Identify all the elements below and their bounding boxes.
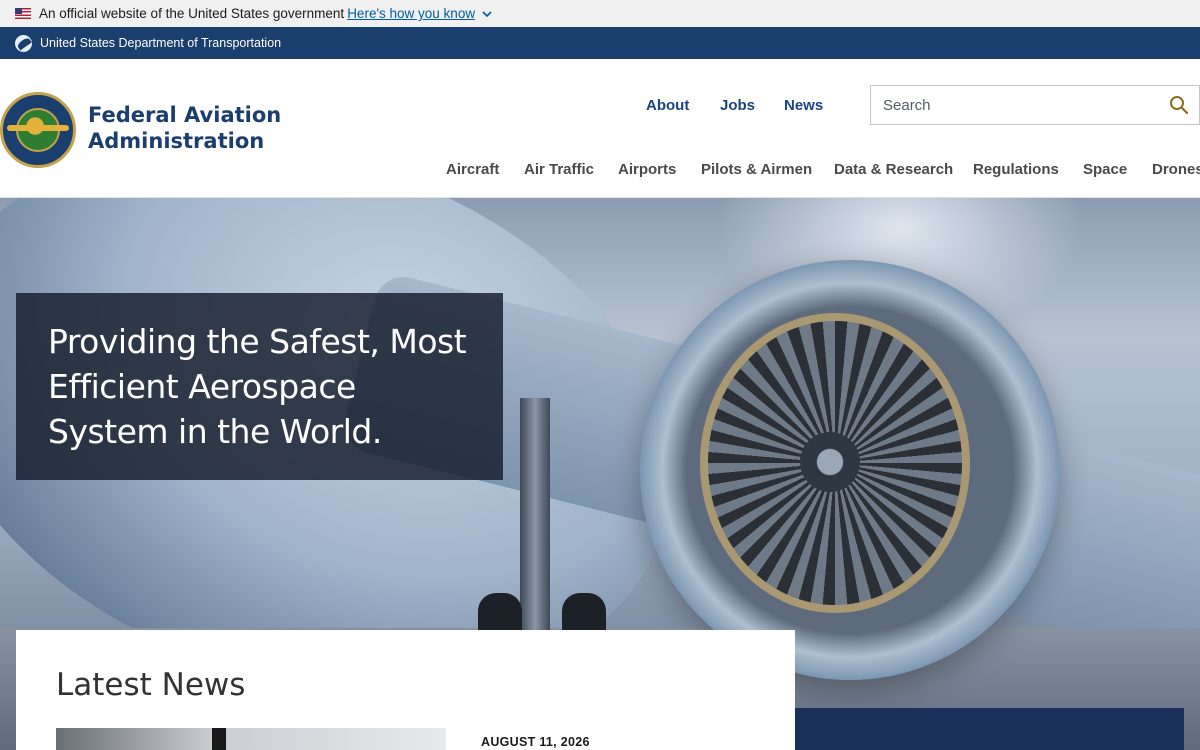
news-image-detail xyxy=(212,728,226,750)
top-nav-news[interactable]: News xyxy=(784,97,823,114)
top-nav-jobs[interactable]: Jobs xyxy=(720,97,755,114)
news-item-image[interactable] xyxy=(56,728,446,750)
search-box xyxy=(870,85,1200,125)
latest-news-panel: Latest News AUGUST 11, 2026 xyxy=(16,630,795,750)
news-item-date: AUGUST 11, 2026 xyxy=(481,735,590,749)
hero-engine-spinner xyxy=(800,432,860,492)
main-nav-air-traffic[interactable]: Air Traffic xyxy=(524,161,594,178)
brand-name[interactable]: Federal Aviation Administration xyxy=(88,102,288,154)
search-icon[interactable] xyxy=(1169,95,1189,115)
top-nav-about[interactable]: About xyxy=(646,97,689,114)
main-nav-drones[interactable]: Drones xyxy=(1152,161,1200,178)
gov-banner: An official website of the United States… xyxy=(0,0,1200,27)
gov-banner-text: An official website of the United States… xyxy=(39,6,345,21)
heres-how-you-know-link[interactable]: Here's how you know xyxy=(347,6,475,21)
main-nav-regulations[interactable]: Regulations xyxy=(973,161,1059,178)
search-input[interactable] xyxy=(871,86,1161,124)
side-feature-panel xyxy=(795,708,1184,750)
hero-card: Providing the Safest, Most Efficient Aer… xyxy=(16,293,503,480)
chevron-down-icon[interactable] xyxy=(481,8,493,20)
dot-link[interactable]: United States Department of Transportati… xyxy=(40,36,281,50)
main-nav-data-research[interactable]: Data & Research xyxy=(834,161,953,178)
main-nav-airports[interactable]: Airports xyxy=(618,161,676,178)
hero-landing-gear xyxy=(520,398,550,658)
faa-seal-logo[interactable] xyxy=(0,92,76,168)
main-nav-aircraft[interactable]: Aircraft xyxy=(446,161,499,178)
hero-title: Providing the Safest, Most Efficient Aer… xyxy=(48,322,467,451)
seal-wings xyxy=(7,125,69,131)
main-nav-pilots-airmen[interactable]: Pilots & Airmen xyxy=(701,161,812,178)
us-flag-icon xyxy=(15,8,31,19)
latest-news-heading: Latest News xyxy=(56,667,246,703)
main-nav: Aircraft Air Traffic Airports Pilots & A… xyxy=(0,161,1200,183)
dot-bar: United States Department of Transportati… xyxy=(0,27,1200,59)
site-header: Federal Aviation Administration About Jo… xyxy=(0,59,1200,198)
dot-logo-icon xyxy=(15,34,32,52)
main-nav-space[interactable]: Space xyxy=(1083,161,1127,178)
